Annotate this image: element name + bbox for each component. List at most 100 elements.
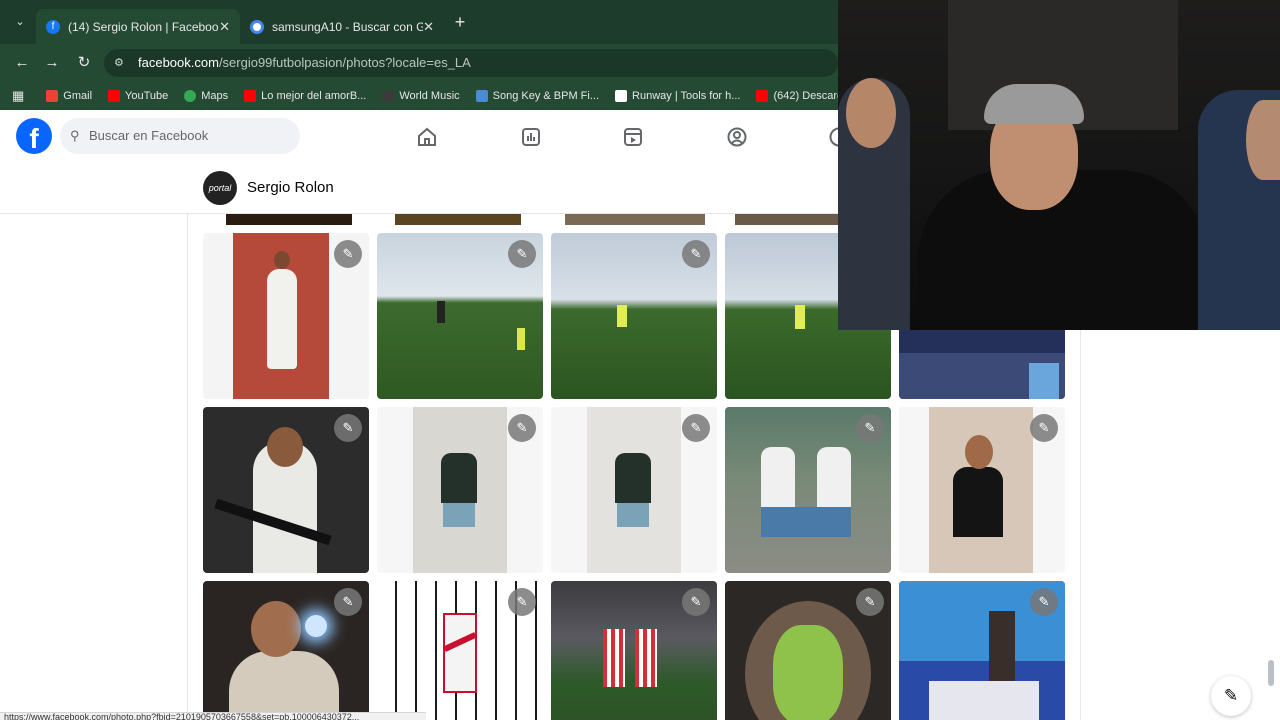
photo-image (229, 651, 339, 720)
analytics-icon[interactable] (520, 126, 542, 148)
edit-photo-button[interactable]: ✎ (334, 240, 362, 268)
photo-image (989, 611, 1015, 681)
forward-icon[interactable]: → (42, 53, 62, 73)
photo-strip[interactable] (395, 214, 521, 225)
gaming-icon[interactable] (828, 126, 838, 148)
profile-name[interactable]: Sergio Rolon (247, 179, 334, 196)
photo-image (267, 269, 297, 369)
bookmark-label: Maps (201, 90, 229, 102)
photo-image (437, 301, 445, 323)
bookmark-label: World Music (399, 90, 460, 102)
new-message-button[interactable]: ✎ (1211, 676, 1251, 716)
photo-image (251, 601, 301, 657)
edit-photo-button[interactable]: ✎ (508, 588, 536, 616)
bookmark-world-music[interactable]: World Music (382, 90, 460, 102)
edit-photo-button[interactable]: ✎ (334, 588, 362, 616)
tab-search-button[interactable]: ⌄ (10, 12, 30, 32)
photo-image (1029, 363, 1059, 399)
google-icon (250, 19, 264, 34)
url-field[interactable]: ⚙ facebook.com/sergio99futbolpasion/phot… (104, 49, 838, 77)
edit-photo-button[interactable]: ✎ (856, 588, 884, 616)
photo-image (761, 507, 851, 537)
photo-image (267, 427, 303, 467)
edit-photo-button[interactable]: ✎ (856, 414, 884, 442)
runway-icon (615, 90, 628, 102)
reload-icon[interactable]: ↻ (74, 53, 94, 73)
webcam-image (984, 84, 1084, 124)
bookmark-runway[interactable]: Runway | Tools for h... (615, 90, 740, 102)
close-icon[interactable]: ✕ (219, 19, 230, 35)
close-icon[interactable]: ✕ (423, 19, 434, 35)
photo-thumbnail[interactable]: ✎ (899, 581, 1065, 720)
photo-thumbnail[interactable]: ✎ (551, 581, 717, 720)
youtube-icon (756, 90, 769, 102)
bookmark-lo-mejor[interactable]: Lo mejor del amorB... (244, 90, 366, 102)
edit-photo-button[interactable]: ✎ (682, 240, 710, 268)
tab-title: samsungA10 - Buscar con Goo (272, 19, 424, 34)
edit-photo-button[interactable]: ✎ (682, 588, 710, 616)
bookmark-descarga[interactable]: (642) Descarga AC (756, 90, 838, 102)
tab-facebook[interactable]: f (14) Sergio Rolon | Facebook ✕ (36, 9, 240, 44)
photo-image (443, 613, 477, 693)
photo-image (773, 625, 843, 720)
photo-thumbnail[interactable]: ✎ (551, 233, 717, 399)
browser-tab-bar: ⌄ f (14) Sergio Rolon | Facebook ✕ samsu… (0, 0, 838, 44)
photo-image (929, 681, 1039, 720)
bookmark-label: Gmail (63, 90, 93, 102)
edit-photo-button[interactable]: ✎ (1030, 414, 1058, 442)
photo-strip[interactable] (565, 214, 705, 225)
edit-photo-button[interactable]: ✎ (334, 414, 362, 442)
photo-thumbnail[interactable]: ✎ (725, 581, 891, 720)
facebook-logo-icon[interactable]: f (16, 118, 52, 154)
edit-photo-button[interactable]: ✎ (508, 240, 536, 268)
photo-image (517, 328, 525, 350)
bookmark-gmail[interactable]: Gmail (46, 90, 92, 102)
site-info-icon[interactable]: ⚙ (114, 49, 124, 77)
edit-photo-button[interactable]: ✎ (508, 414, 536, 442)
new-tab-button[interactable]: + (450, 12, 470, 32)
url-host: facebook.com (138, 55, 219, 70)
photo-thumbnail[interactable]: ✎ (377, 407, 543, 573)
bookmark-youtube[interactable]: YouTube (108, 90, 168, 102)
photo-image (603, 629, 625, 687)
photo-thumbnail[interactable]: ✎ (377, 233, 543, 399)
scrollbar[interactable] (1268, 660, 1274, 686)
profile-bar: portal Sergio Rolon (0, 164, 838, 214)
photo-thumbnail[interactable]: ✎ (203, 581, 369, 720)
bookmark-song-key[interactable]: Song Key & BPM Fi... (475, 90, 599, 102)
photo-strip[interactable] (226, 214, 352, 225)
apps-icon[interactable]: ▦ (12, 88, 24, 104)
photo-thumbnail[interactable]: ✎ (725, 407, 891, 573)
photo-thumbnail[interactable]: ✎ (551, 407, 717, 573)
back-icon[interactable]: ← (12, 53, 32, 73)
bookmark-label: Runway | Tools for h... (632, 90, 741, 102)
home-icon[interactable] (416, 126, 438, 148)
facebook-header: f ⚲ Buscar en Facebook (0, 110, 838, 164)
photo-thumbnail[interactable]: ✎ (899, 407, 1065, 573)
url-path: /sergio99futbolpasion/photos?locale=es_L… (218, 55, 471, 70)
photo-image (953, 467, 1003, 537)
maps-icon (184, 90, 197, 102)
youtube-icon (244, 90, 257, 102)
photo-thumbnail[interactable]: ✎ (203, 233, 369, 399)
edit-photo-button[interactable]: ✎ (682, 414, 710, 442)
reels-icon[interactable] (622, 126, 644, 148)
search-input[interactable]: ⚲ Buscar en Facebook (60, 118, 300, 154)
browser-address-bar: ← → ↻ ⚙ facebook.com/sergio99futbolpasio… (0, 44, 838, 82)
edit-photo-button[interactable]: ✎ (1030, 588, 1058, 616)
tab-google[interactable]: samsungA10 - Buscar con Goo ✕ (240, 9, 444, 44)
photo-image (443, 503, 475, 527)
photo-image (441, 453, 477, 503)
facebook-icon: f (46, 19, 60, 34)
avatar[interactable]: portal (203, 171, 237, 205)
bookmark-label: YouTube (125, 90, 169, 102)
groups-icon[interactable] (726, 126, 748, 148)
photo-thumbnail[interactable]: ✎ (203, 407, 369, 573)
photo-image (761, 447, 795, 507)
search-icon: ⚲ (70, 128, 80, 143)
bookmark-maps[interactable]: Maps (184, 90, 228, 102)
photo-thumbnail[interactable]: ✎ (377, 581, 543, 720)
webcam-image (1246, 100, 1280, 180)
left-sidebar (0, 214, 188, 720)
bookmark-label: Lo mejor del amorB... (261, 90, 367, 102)
